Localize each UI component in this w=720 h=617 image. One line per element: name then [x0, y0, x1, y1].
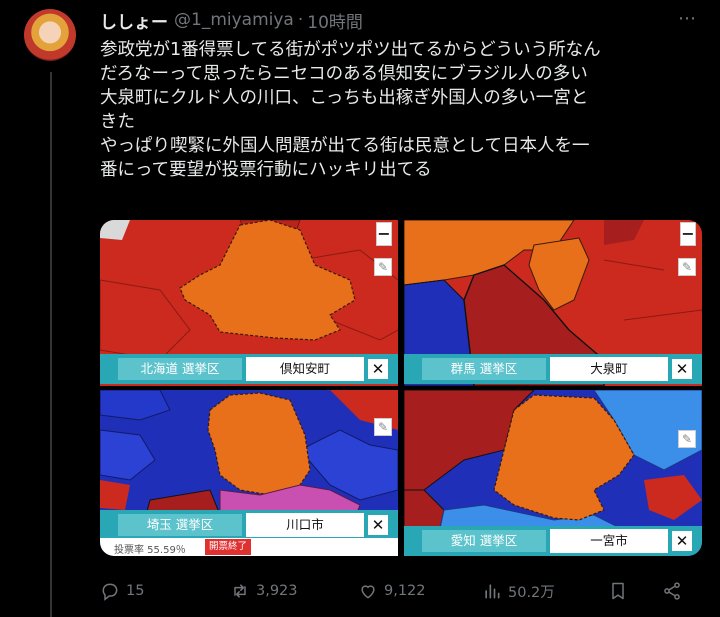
share-button[interactable] — [662, 574, 688, 608]
city-label[interactable]: 一宮市 — [550, 529, 668, 553]
map-panel-kawaguchi[interactable]: ✎ 埼玉 選挙区 川口市 ✕ 投票率 55.59％ 開票終了 — [100, 390, 398, 556]
edit-icon[interactable]: ✎ — [374, 258, 392, 276]
city-label[interactable]: 川口市 — [246, 513, 364, 537]
region-bar: 愛知 選挙区 一宮市 ✕ — [404, 526, 702, 556]
more-options-icon[interactable]: ⋯ — [678, 8, 697, 29]
close-button[interactable]: ✕ — [368, 359, 388, 379]
avatar[interactable] — [24, 9, 76, 61]
edit-icon[interactable]: ✎ — [678, 430, 696, 448]
retweet-icon — [234, 584, 246, 598]
like-count: 9,122 — [384, 583, 426, 599]
views-button[interactable]: 50.2万 — [482, 574, 555, 608]
city-label[interactable]: 倶知安町 — [246, 357, 364, 381]
action-bar: 15 3,923 9,122 50.2万 — [100, 574, 710, 608]
display-name[interactable]: ししょー — [100, 8, 168, 33]
tweet-header: ししょー @1_miyamiya · 10時間 — [100, 8, 363, 33]
map-panel-kutchan[interactable]: − ✎ 北海道 選挙区 倶知安町 ✕ — [100, 220, 398, 386]
tweet-text-line: だろなーって思ったらニセコのある倶知安にブラジル人の多い — [100, 64, 588, 84]
tweet-text-line: 大泉町にクルド人の川口、こっちも出稼ぎ外国人の多い一宮と — [100, 88, 589, 108]
reply-button[interactable]: 15 — [100, 574, 144, 608]
region-bar: 埼玉 選挙区 川口市 ✕ — [100, 510, 398, 540]
views-icon — [485, 584, 500, 599]
handle[interactable]: @1_miyamiya — [174, 10, 294, 30]
edit-icon[interactable]: ✎ — [374, 418, 392, 436]
zoom-control: − — [680, 222, 696, 246]
retweet-count: 3,923 — [256, 583, 298, 599]
tweet-text-line: 番にって要望が投票行動にハッキリ出てる — [100, 160, 432, 180]
region-bar: 北海道 選挙区 倶知安町 ✕ — [100, 354, 398, 384]
thread-line — [50, 72, 52, 617]
region-label[interactable]: 愛知 選挙区 — [422, 530, 546, 552]
separator-dot: · — [297, 10, 304, 30]
heart-icon — [361, 585, 375, 599]
region-label[interactable]: 北海道 選挙区 — [118, 358, 242, 380]
zoom-control: − — [376, 222, 392, 246]
timestamp[interactable]: 10時間 — [307, 8, 363, 33]
tweet-text-line: きた — [100, 112, 135, 132]
zoom-out-button[interactable]: − — [377, 223, 391, 245]
edit-icon[interactable]: ✎ — [678, 258, 696, 276]
city-label[interactable]: 大泉町 — [550, 357, 668, 381]
like-button[interactable]: 9,122 — [358, 574, 426, 608]
tweet-text-line: やっぱり喫緊に外国人問題が出てる街は民意として日本人を一 — [100, 136, 590, 156]
region-bar: 群馬 選挙区 大泉町 ✕ — [404, 354, 702, 384]
tweet-text-line: 参政党が1番得票してる街がポツポツ出てるからどういう所なん — [100, 40, 601, 60]
close-button[interactable]: ✕ — [672, 531, 692, 551]
bookmark-icon — [612, 582, 624, 600]
share-icon — [664, 582, 680, 600]
tweet-text: 参政党が1番得票してる街がポツポツ出てるからどういう所なん だろなーって思ったら… — [100, 38, 708, 182]
zoom-out-button[interactable]: − — [681, 223, 695, 245]
retweet-button[interactable]: 3,923 — [230, 574, 298, 608]
map-panel-ichinomiya[interactable]: ✎ 愛知 選挙区 一宮市 ✕ — [404, 390, 702, 556]
bookmark-button[interactable] — [608, 574, 634, 608]
region-label[interactable]: 埼玉 選挙区 — [118, 514, 242, 536]
reply-icon — [102, 583, 118, 601]
vote-strip: 投票率 55.59％ 開票終了 — [100, 538, 398, 556]
close-button[interactable]: ✕ — [368, 515, 388, 535]
map-panel-oizumi[interactable]: − ✎ 群馬 選挙区 大泉町 ✕ — [404, 220, 702, 386]
status-badge: 開票終了 — [205, 539, 252, 555]
reply-count: 15 — [126, 583, 145, 599]
close-button[interactable]: ✕ — [672, 359, 692, 379]
views-count: 50.2万 — [508, 584, 555, 601]
media-grid[interactable]: − ✎ 北海道 選挙区 倶知安町 ✕ − ✎ 群馬 選挙区 大泉町 ✕ ✎ 埼玉… — [100, 220, 702, 556]
region-label[interactable]: 群馬 選挙区 — [422, 358, 546, 380]
turnout-text: 投票率 55.59％ — [114, 545, 186, 556]
